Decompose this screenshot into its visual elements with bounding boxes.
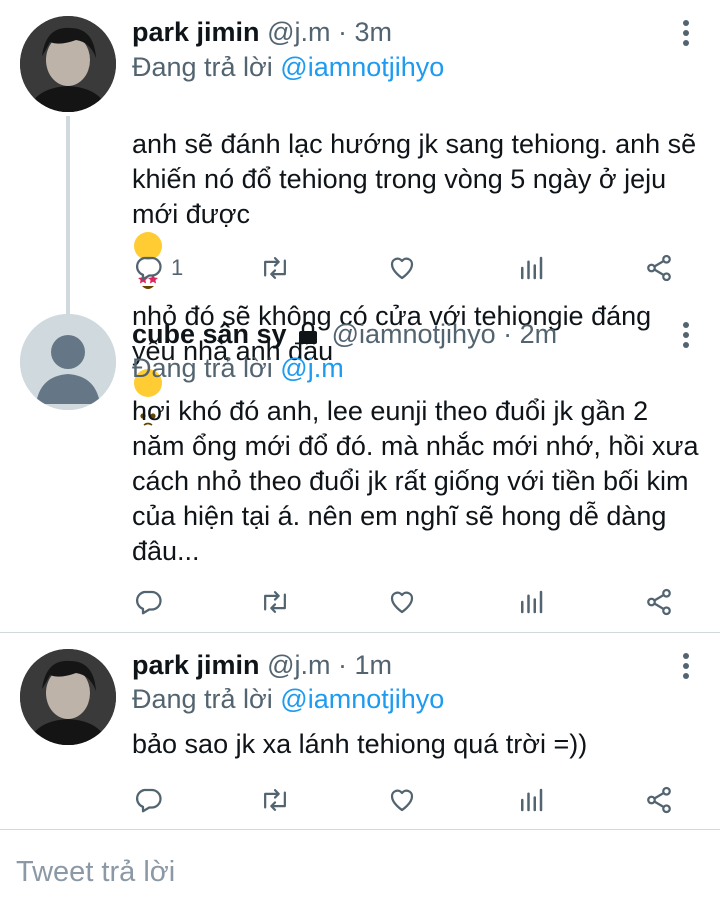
timestamp[interactable]: 3m xyxy=(354,17,392,47)
analytics-button[interactable] xyxy=(516,252,546,284)
analytics-icon xyxy=(521,788,543,812)
tweet-actions: 1 xyxy=(0,252,720,284)
reply-button[interactable]: 1 xyxy=(133,252,183,284)
analytics-icon xyxy=(521,590,543,614)
tweet-text-part: anh sẽ đánh lạc hướng jk sang tehiong. a… xyxy=(132,129,697,229)
share-icon xyxy=(647,786,671,814)
more-options-icon[interactable] xyxy=(680,20,692,48)
replying-to: Đang trả lời @iamnotjihyo xyxy=(132,683,444,715)
mention-link[interactable]: @iamnotjihyo xyxy=(280,52,444,82)
reply-icon xyxy=(136,590,162,615)
more-options-icon[interactable] xyxy=(680,653,692,681)
mention-link[interactable]: @j.m xyxy=(280,353,343,383)
like-button[interactable] xyxy=(387,252,417,284)
retweet-icon xyxy=(264,591,286,613)
reply-button[interactable] xyxy=(133,586,163,618)
like-button[interactable] xyxy=(387,586,417,618)
more-options-icon[interactable] xyxy=(680,322,692,350)
reply-icon xyxy=(136,788,162,813)
reply-count: 1 xyxy=(171,255,184,280)
compose-divider xyxy=(0,829,720,830)
heart-icon xyxy=(390,591,414,614)
lock-icon xyxy=(299,321,318,344)
thread-line xyxy=(66,116,70,316)
analytics-button[interactable] xyxy=(516,784,546,816)
display-name[interactable]: cube sân sy xyxy=(132,319,287,349)
display-name[interactable]: park jimin xyxy=(132,17,260,47)
retweet-button[interactable] xyxy=(259,252,291,284)
analytics-button[interactable] xyxy=(516,586,546,618)
tweet-text: hơi khó đó anh, lee eunji theo đuổi jk g… xyxy=(132,396,699,566)
tweet[interactable]: park jimin @j.m · 1m Đang trả lời @iamno… xyxy=(0,633,720,829)
heart-icon xyxy=(390,257,414,280)
mention-link[interactable]: @iamnotjihyo xyxy=(280,684,444,714)
tweet-header: cube sân sy @iamnotjihyo · 2m xyxy=(132,319,558,349)
tweet-text: bảo sao jk xa lánh tehiong quá trời =)) xyxy=(132,729,588,759)
share-button[interactable] xyxy=(644,784,674,816)
replying-prefix: Đang trả lời xyxy=(132,684,273,714)
tweet-actions xyxy=(0,586,720,618)
replying-to: Đang trả lời @iamnotjihyo xyxy=(132,51,444,83)
share-icon xyxy=(647,588,671,616)
heart-icon xyxy=(390,789,414,812)
reply-icon xyxy=(136,256,162,281)
analytics-icon xyxy=(521,256,543,280)
replying-prefix: Đang trả lời xyxy=(132,353,273,383)
tweet[interactable]: cube sân sy @iamnotjihyo · 2m Đang trả l… xyxy=(0,300,720,632)
share-button[interactable] xyxy=(644,252,674,284)
tweet[interactable]: park jimin @j.m · 3m Đang trả lời @iamno… xyxy=(0,0,720,426)
user-handle[interactable]: @iamnotjihyo xyxy=(332,319,496,349)
avatar[interactable] xyxy=(20,649,116,745)
timestamp[interactable]: 2m xyxy=(520,319,558,349)
retweet-icon xyxy=(264,789,286,811)
user-handle[interactable]: @j.m xyxy=(267,17,330,47)
retweet-button[interactable] xyxy=(259,586,291,618)
replying-to: Đang trả lời @j.m xyxy=(132,352,344,384)
user-handle[interactable]: @j.m xyxy=(267,650,330,680)
share-button[interactable] xyxy=(644,586,674,618)
retweet-icon xyxy=(264,257,286,279)
tweet-header: park jimin @j.m · 3m xyxy=(132,17,392,47)
replying-prefix: Đang trả lời xyxy=(132,52,273,82)
share-icon xyxy=(647,254,671,282)
like-button[interactable] xyxy=(387,784,417,816)
reply-compose-input[interactable]: Tweet trả lời xyxy=(16,856,175,889)
avatar[interactable] xyxy=(20,314,116,410)
timestamp[interactable]: 1m xyxy=(354,650,392,680)
tweet-actions xyxy=(0,784,720,816)
display-name[interactable]: park jimin xyxy=(132,650,260,680)
retweet-button[interactable] xyxy=(259,784,291,816)
avatar[interactable] xyxy=(20,16,116,112)
tweet-header: park jimin @j.m · 1m xyxy=(132,650,392,680)
reply-button[interactable] xyxy=(133,784,163,816)
